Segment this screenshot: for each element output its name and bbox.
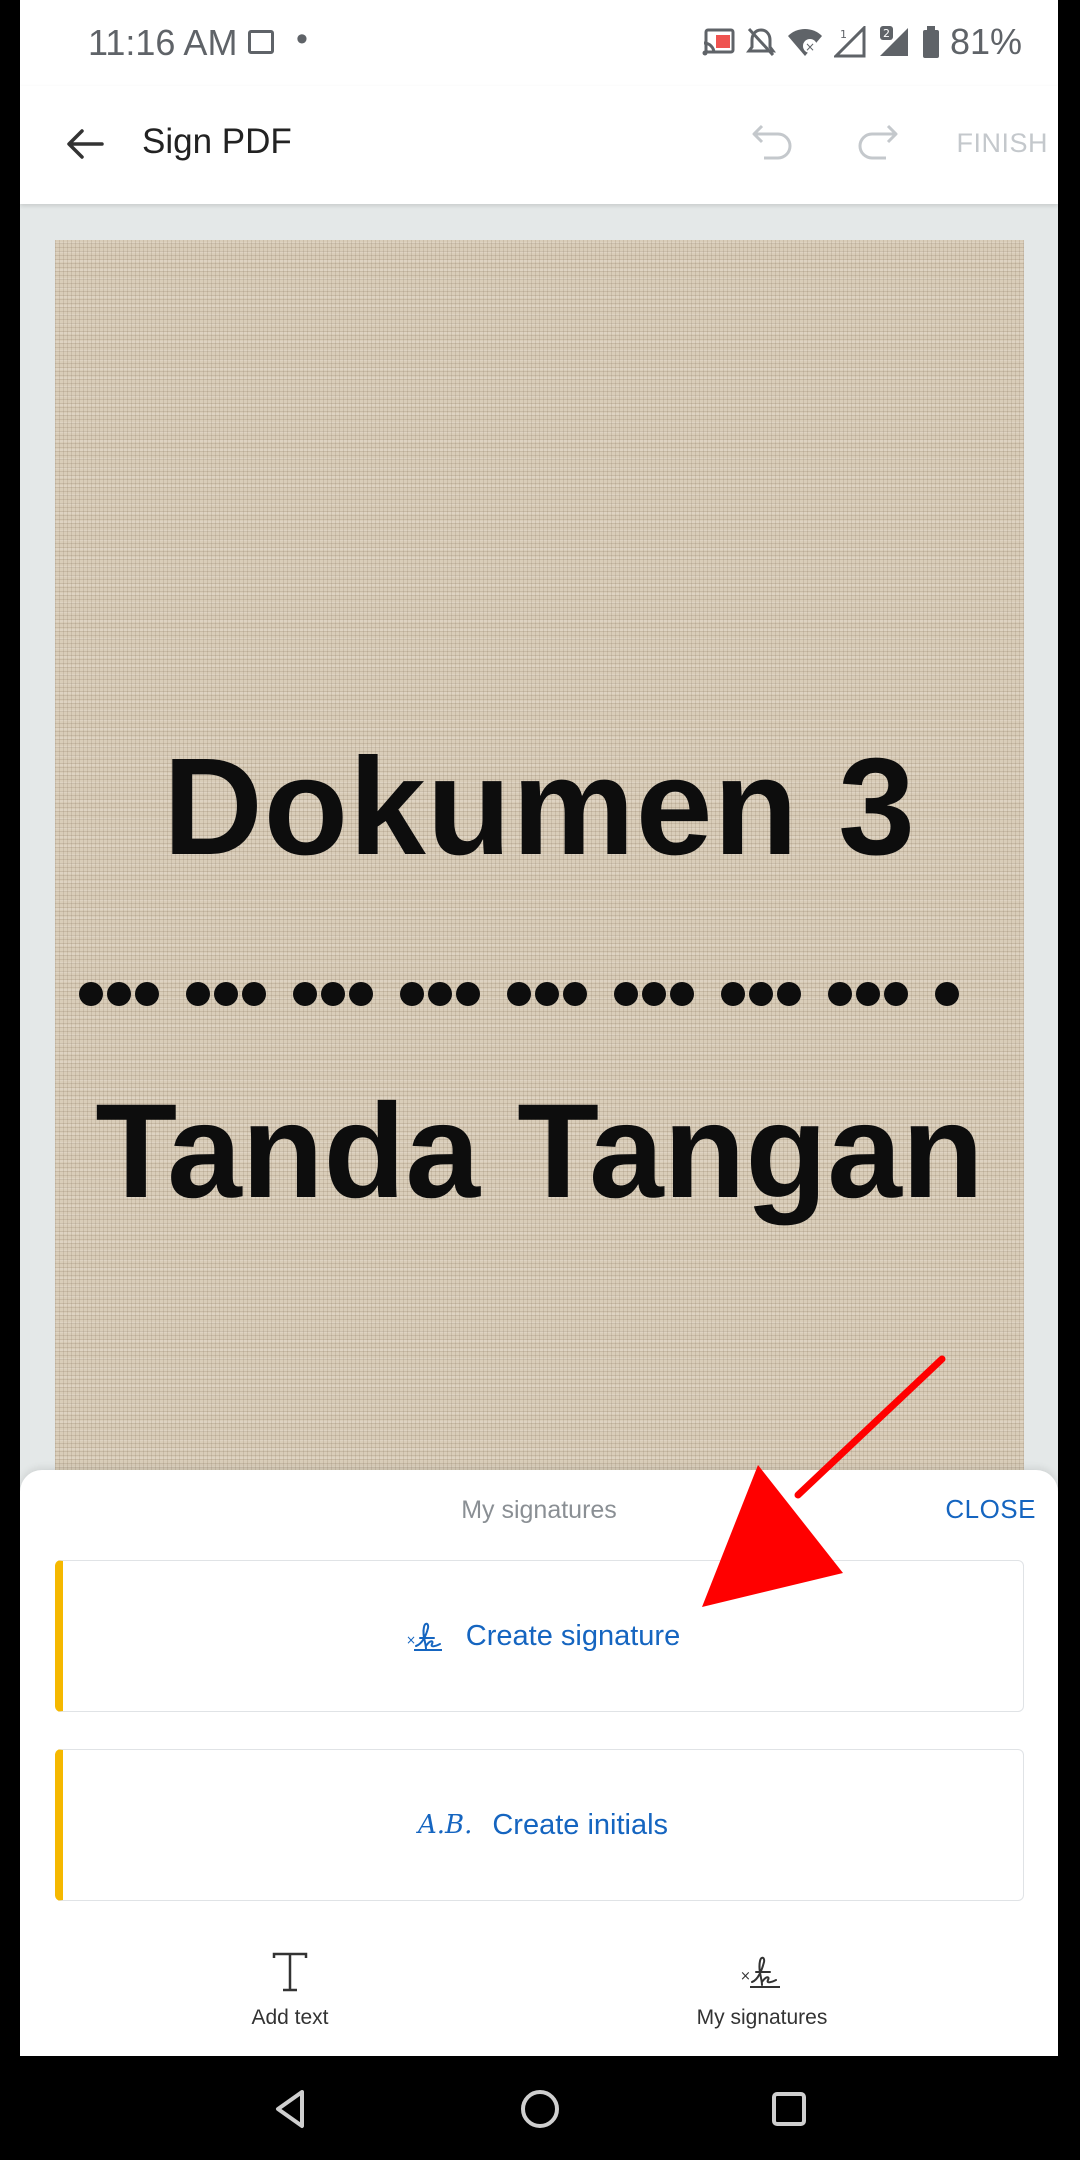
create-initials-label: Create initials	[492, 1808, 669, 1841]
svg-text:1: 1	[840, 28, 847, 41]
signature-tool-icon: ×	[740, 1956, 780, 1988]
back-arrow-icon[interactable]	[58, 116, 114, 172]
page-title: Sign PDF	[142, 122, 292, 161]
create-signature-label: Create signature	[465, 1619, 681, 1652]
cast-icon	[702, 28, 735, 56]
tab-add-text[interactable]: Add text	[160, 1950, 420, 2056]
svg-text:2: 2	[883, 27, 890, 40]
navigation-bar	[0, 2056, 1080, 2160]
divider-dot	[456, 982, 480, 1006]
divider-dot	[507, 982, 531, 1006]
status-bar: 11:16 AM • × 1 2 81%	[20, 0, 1058, 86]
divider-dot	[670, 982, 694, 1006]
tab-my-signatures-label: My signatures	[696, 2006, 828, 2029]
bottom-tab-bar: Add text × My signatures	[20, 1950, 1058, 2056]
divider-dot	[214, 982, 238, 1006]
battery-percentage: 81%	[949, 21, 1022, 62]
image-notification-icon	[248, 30, 274, 54]
text-tool-icon	[272, 1952, 308, 1992]
nav-recents-icon[interactable]	[766, 2086, 812, 2132]
wifi-icon: ×	[787, 28, 822, 56]
divider-dot	[428, 982, 452, 1006]
undo-icon[interactable]	[748, 118, 800, 170]
svg-text:×: ×	[406, 1633, 416, 1647]
nav-home-icon[interactable]	[517, 2086, 563, 2132]
divider-dot	[721, 982, 745, 1006]
divider-dot	[856, 982, 880, 1006]
create-initials-button[interactable]: A.B. Create initials	[55, 1749, 1024, 1901]
redo-icon[interactable]	[850, 118, 902, 170]
divider-dot	[321, 982, 345, 1006]
signature-icon: ×	[406, 1622, 442, 1651]
app-bar: Sign PDF FINISH	[20, 86, 1058, 204]
divider-dot	[293, 982, 317, 1006]
divider-dot	[884, 982, 908, 1006]
divider-dot	[79, 982, 103, 1006]
status-icons: × 1 2 81%	[702, 20, 1022, 64]
signal-sim2-icon: 2	[879, 26, 908, 56]
document-heading: Dokumen 3	[163, 730, 916, 884]
notification-dot: •	[296, 20, 308, 58]
divider-dot	[349, 982, 373, 1006]
battery-icon	[922, 26, 939, 58]
divider-dot	[400, 982, 424, 1006]
divider-dot	[186, 982, 210, 1006]
divider-dot	[242, 982, 266, 1006]
initials-icon: A.B.	[417, 1810, 473, 1840]
svg-text:×: ×	[805, 40, 815, 54]
signal-sim1-icon: 1	[833, 26, 866, 58]
screen: 11:16 AM • × 1 2 81% Sign PDF FINISH Dok…	[20, 0, 1058, 2056]
divider-dot	[563, 982, 587, 1006]
annotation-arrow	[702, 1355, 946, 1607]
tab-add-text-label: Add text	[251, 2006, 329, 2029]
nav-back-icon[interactable]	[268, 2086, 314, 2132]
document-subheading: Tanda Tangan	[95, 1077, 984, 1226]
finish-button[interactable]: FINISH	[956, 128, 1048, 159]
mute-bell-icon	[745, 27, 776, 57]
divider-dot	[614, 982, 638, 1006]
divider-dot	[777, 982, 801, 1006]
status-time: 11:16 AM	[88, 22, 238, 63]
svg-text:×: ×	[740, 1969, 751, 1984]
divider-dot	[535, 982, 559, 1006]
dotted-divider	[79, 982, 959, 1006]
divider-dot	[828, 982, 852, 1006]
divider-dot	[935, 982, 959, 1006]
divider-dot	[107, 982, 131, 1006]
divider-dot	[135, 982, 159, 1006]
divider-dot	[749, 982, 773, 1006]
tab-my-signatures[interactable]: × My signatures	[632, 1950, 892, 2056]
divider-dot	[642, 982, 666, 1006]
